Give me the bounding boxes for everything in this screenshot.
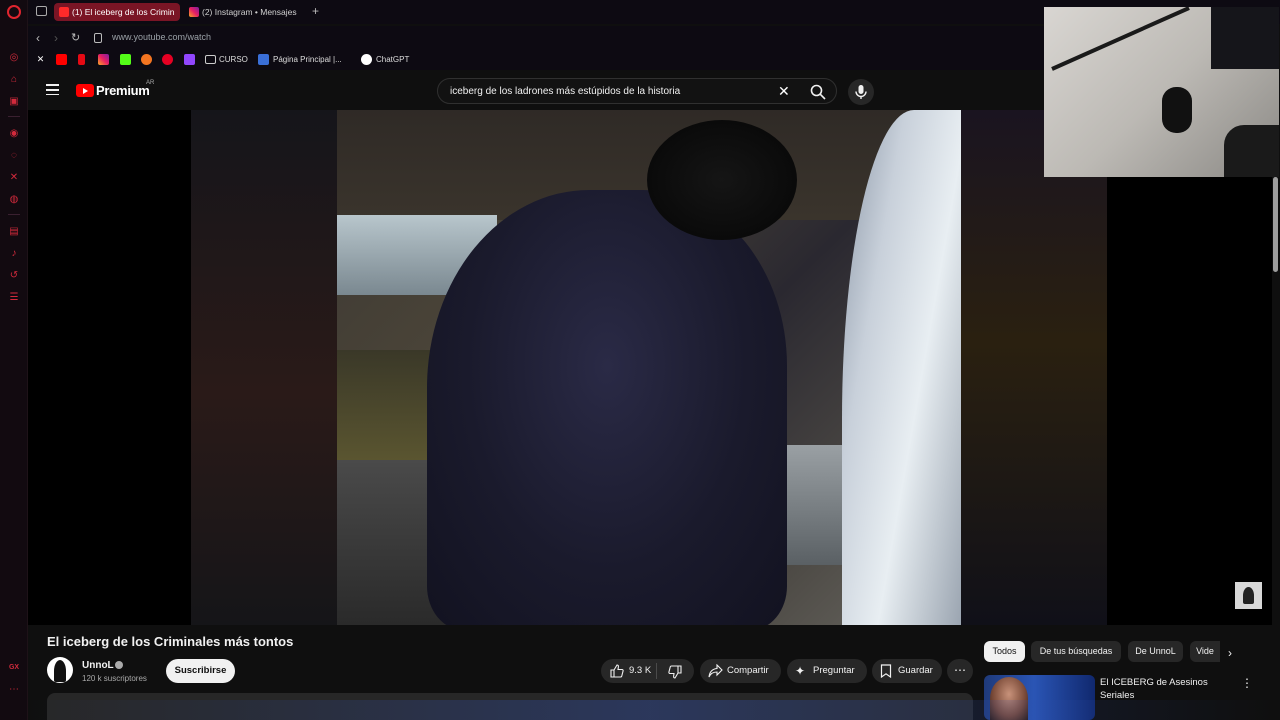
channel-name[interactable]: UnnoL	[82, 660, 114, 671]
discord-icon[interactable]: ◍	[8, 194, 20, 206]
chatgpt-icon[interactable]	[361, 54, 372, 65]
pinterest-icon[interactable]	[162, 54, 173, 65]
twitch-icon[interactable]	[184, 54, 195, 65]
share-label: Compartir	[727, 665, 769, 676]
chip-de-tus-busquedas[interactable]: De tus búsquedas	[1031, 641, 1121, 662]
back-icon[interactable]: ‹	[36, 31, 40, 45]
bookmark-chatgpt[interactable]: ChatGPT	[376, 55, 409, 64]
like-count[interactable]: 9.3 K	[629, 659, 651, 683]
new-tab-button[interactable]: +	[312, 4, 319, 18]
youtube-icon[interactable]	[56, 54, 67, 65]
messenger-icon[interactable]: ◉	[8, 128, 20, 140]
like-dislike-group: 9.3 K	[601, 659, 694, 683]
gx-store-icon[interactable]: ▣	[8, 96, 20, 108]
save-button[interactable]: Guardar	[872, 659, 942, 683]
sidebar-divider	[8, 214, 20, 215]
bookmark-icon	[880, 664, 892, 678]
channel-watermark[interactable]	[1235, 582, 1262, 609]
history-icon[interactable]: ↺	[8, 270, 20, 282]
tab-label: (2) Instagram • Mensajes	[202, 7, 297, 17]
sparkle-icon: ✦	[795, 664, 806, 678]
chip-videos[interactable]: Vide	[1190, 641, 1220, 662]
chip-todos[interactable]: Todos	[984, 641, 1025, 662]
lock-icon	[94, 33, 102, 43]
dislike-icon[interactable]	[668, 665, 682, 679]
scrollbar-thumb[interactable]	[1273, 177, 1278, 272]
recommendation-title[interactable]: El ICEBERG de Asesinos Seriales	[1100, 676, 1230, 702]
chevron-right-icon[interactable]: ›	[1228, 646, 1232, 660]
recommendation-menu-icon[interactable]: ⋮	[1241, 676, 1253, 690]
twitch-sidebar-icon[interactable]: ▤	[8, 226, 20, 238]
crunchyroll-icon[interactable]	[141, 54, 152, 65]
channel-avatar[interactable]	[47, 657, 73, 683]
sidebar-divider	[8, 116, 20, 117]
video-subject	[427, 190, 787, 625]
url-field[interactable]: www.youtube.com/watch	[112, 32, 211, 42]
bookmarks-bar: ✕ CURSO Página Principal |... ChatGPT	[28, 50, 1044, 70]
video-frame[interactable]	[337, 110, 961, 625]
bookmark-curso[interactable]: CURSO	[219, 55, 248, 64]
gx-control-icon[interactable]: ◎	[8, 52, 20, 64]
ask-button[interactable]: ✦ Preguntar	[787, 659, 867, 683]
ask-label: Preguntar	[813, 665, 855, 676]
webcam-overlay	[1044, 7, 1279, 177]
player-icon[interactable]: ♪	[8, 248, 20, 260]
search-input[interactable]: iceberg de los ladrones más estúpidos de…	[437, 78, 837, 104]
tab-overview-icon[interactable]	[36, 6, 47, 16]
ambient-glow-left	[191, 110, 337, 625]
kick-icon[interactable]	[120, 54, 131, 65]
instagram-icon[interactable]	[98, 54, 109, 65]
x-twitter-icon[interactable]: ✕	[8, 172, 20, 184]
share-icon	[708, 664, 723, 678]
gx-corner-icon[interactable]: ⌂	[8, 74, 20, 86]
folder-icon[interactable]	[205, 55, 216, 64]
menu-icon[interactable]	[46, 84, 59, 96]
search-icon[interactable]	[810, 84, 826, 100]
instagram-favicon-icon	[189, 7, 199, 17]
microphone-icon	[855, 85, 867, 99]
youtube-favicon-icon	[59, 7, 69, 17]
tab-label: (1) El iceberg de los Crimin	[72, 7, 175, 17]
clear-search-icon[interactable]: ✕	[778, 83, 790, 100]
extensions-icon[interactable]: ☰	[8, 292, 20, 304]
tab-instagram[interactable]: (2) Instagram • Mensajes	[184, 3, 308, 21]
voice-search-button[interactable]	[848, 79, 874, 105]
youtube-header: Premium AR iceberg de los ladrones más e…	[28, 72, 1044, 110]
whatsapp-icon[interactable]: ◌	[8, 150, 20, 162]
ambient-glow-right	[961, 110, 1107, 625]
tab-youtube[interactable]: (1) El iceberg de los Crimin	[54, 3, 180, 21]
gx-label: GX	[8, 664, 20, 671]
more-icon[interactable]: ⋯	[8, 684, 20, 696]
opera-logo-icon[interactable]	[7, 5, 21, 19]
video-player[interactable]	[28, 110, 1272, 625]
screen: ◎ ⌂ ▣ ◉ ◌ ✕ ◍ ▤ ♪ ↺ ☰ GX ⋯ (1) El iceber…	[0, 0, 1280, 720]
bookmark-pagina-principal[interactable]: Página Principal |...	[273, 55, 342, 64]
recommendation-thumbnail[interactable]	[984, 675, 1095, 720]
forward-icon[interactable]: ›	[54, 31, 58, 45]
reload-icon[interactable]: ↻	[71, 31, 80, 44]
region-label: AR	[146, 80, 155, 86]
more-actions-icon[interactable]: ⋯	[947, 659, 973, 683]
description-box[interactable]	[47, 693, 973, 720]
subscribe-button[interactable]: Suscribirse	[166, 659, 235, 683]
youtube-premium-logo[interactable]: Premium	[96, 83, 150, 98]
bookmark-red-icon[interactable]	[78, 54, 85, 65]
like-icon[interactable]	[610, 664, 624, 678]
x-icon[interactable]: ✕	[35, 54, 46, 65]
youtube-logo-icon[interactable]	[76, 84, 94, 97]
save-label: Guardar	[898, 665, 933, 676]
site-icon[interactable]	[258, 54, 269, 65]
address-bar: ‹ › ↻ www.youtube.com/watch	[28, 26, 1044, 50]
share-button[interactable]: Compartir	[700, 659, 781, 683]
chip-de-unnol[interactable]: De UnnoL	[1128, 641, 1183, 662]
verified-icon	[115, 661, 123, 669]
subscriber-count: 120 k suscriptores	[82, 674, 147, 683]
video-title: El iceberg de los Criminales más tontos	[47, 634, 294, 649]
opera-sidebar: ◎ ⌂ ▣ ◉ ◌ ✕ ◍ ▤ ♪ ↺ ☰ GX ⋯	[0, 0, 28, 720]
search-query[interactable]: iceberg de los ladrones más estúpidos de…	[450, 86, 680, 97]
